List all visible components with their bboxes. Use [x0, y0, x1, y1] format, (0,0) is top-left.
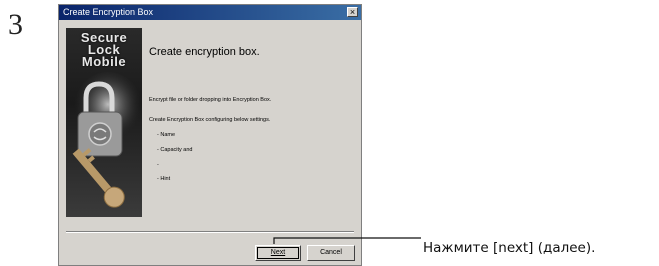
callout-line [273, 237, 421, 244]
callout-annotation: Нажмите [next] (далее). [423, 240, 596, 256]
